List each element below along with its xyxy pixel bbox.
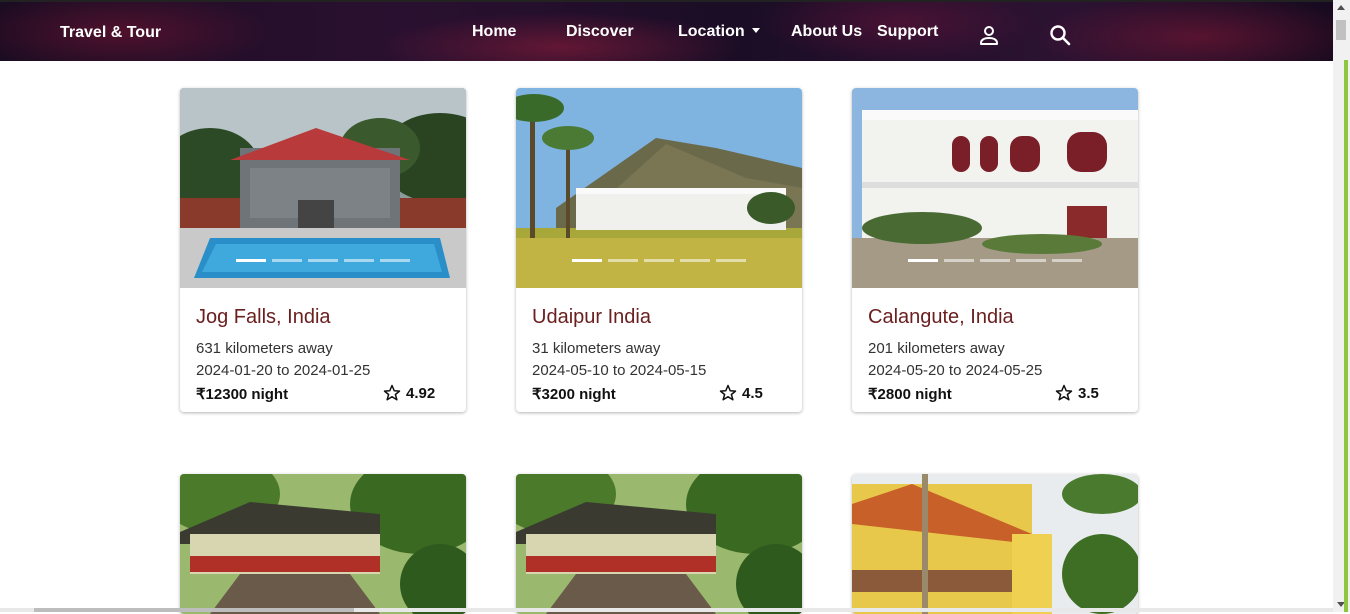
listing-rating: 4.5 [719, 384, 763, 402]
listing-price: ₹2800 night [868, 386, 952, 403]
search-icon[interactable] [1048, 23, 1072, 47]
listing-rating: 4.92 [383, 384, 435, 402]
listing-card[interactable]: Jog Falls, India 631 kilometers away 202… [180, 88, 466, 412]
listing-photo [180, 474, 466, 614]
carousel-indicator[interactable] [908, 259, 938, 262]
carousel-indicator[interactable] [980, 259, 1010, 262]
rating-value: 4.5 [742, 384, 763, 402]
listing-photo [516, 474, 802, 614]
listing-distance: 201 kilometers away [868, 340, 1005, 357]
nav-location-label: Location [678, 23, 745, 40]
carousel-indicator[interactable] [680, 259, 710, 262]
carousel-indicator[interactable] [308, 259, 338, 262]
listing-distance: 631 kilometers away [196, 340, 333, 357]
listing-price: ₹3200 night [532, 386, 616, 403]
listing-image-carousel[interactable] [180, 88, 466, 288]
listing-image-carousel[interactable] [516, 88, 802, 288]
listing-image-carousel[interactable] [852, 88, 1138, 288]
listing-distance: 31 kilometers away [532, 340, 661, 357]
nav-support[interactable]: Support [877, 23, 938, 41]
listing-card[interactable]: Udaipur India 31 kilometers away 2024-05… [516, 88, 802, 412]
carousel-indicator[interactable] [572, 259, 602, 262]
carousel-indicator[interactable] [608, 259, 638, 262]
listing-card[interactable] [852, 474, 1138, 614]
nav-discover[interactable]: Discover [566, 23, 634, 41]
scroll-up-icon[interactable] [1337, 5, 1345, 10]
carousel-indicators [572, 259, 746, 262]
listing-price: ₹12300 night [196, 386, 289, 403]
listing-photo [180, 88, 466, 288]
listing-card[interactable] [180, 474, 466, 614]
listing-dates: 2024-01-20 to 2024-01-25 [196, 362, 371, 379]
nav-location-dropdown[interactable]: Location [678, 23, 760, 41]
carousel-indicator[interactable] [380, 259, 410, 262]
rating-value: 4.92 [406, 384, 436, 402]
carousel-indicators [236, 259, 410, 262]
rating-value: 3.5 [1078, 384, 1099, 402]
listing-card[interactable]: Calangute, India 201 kilometers away 202… [852, 88, 1138, 412]
listing-rating: 3.5 [1055, 384, 1099, 402]
horizontal-scroll-thumb[interactable] [34, 608, 354, 612]
listing-photo [852, 474, 1138, 614]
nav-home[interactable]: Home [472, 23, 516, 41]
listing-title[interactable]: Udaipur India [532, 306, 786, 332]
listing-dates: 2024-05-20 to 2024-05-25 [868, 362, 1043, 379]
carousel-indicators [908, 259, 1082, 262]
carousel-indicator[interactable] [644, 259, 674, 262]
carousel-indicator[interactable] [1052, 259, 1082, 262]
carousel-indicator[interactable] [272, 259, 302, 262]
carousel-indicator[interactable] [236, 259, 266, 262]
chevron-down-icon [751, 28, 760, 33]
carousel-indicator[interactable] [716, 259, 746, 262]
listing-card[interactable] [516, 474, 802, 614]
carousel-indicator[interactable] [1016, 259, 1046, 262]
star-icon [1055, 384, 1073, 401]
star-icon [383, 384, 401, 401]
listing-photo [516, 88, 802, 288]
brand-logo[interactable]: Travel & Tour [60, 24, 161, 42]
listing-dates: 2024-05-10 to 2024-05-15 [532, 362, 707, 379]
navbar: Travel & Tour Home Discover Location Abo… [0, 0, 1333, 61]
carousel-indicator[interactable] [944, 259, 974, 262]
listing-title[interactable]: Jog Falls, India [196, 306, 450, 332]
nav-about[interactable]: About Us [791, 23, 862, 41]
edge-accent [1344, 60, 1348, 612]
scroll-thumb[interactable] [1336, 20, 1346, 40]
user-icon[interactable] [977, 23, 1001, 47]
listing-title[interactable]: Calangute, India [868, 306, 1122, 332]
star-icon [719, 384, 737, 401]
carousel-indicator[interactable] [344, 259, 374, 262]
listing-photo [852, 88, 1138, 288]
